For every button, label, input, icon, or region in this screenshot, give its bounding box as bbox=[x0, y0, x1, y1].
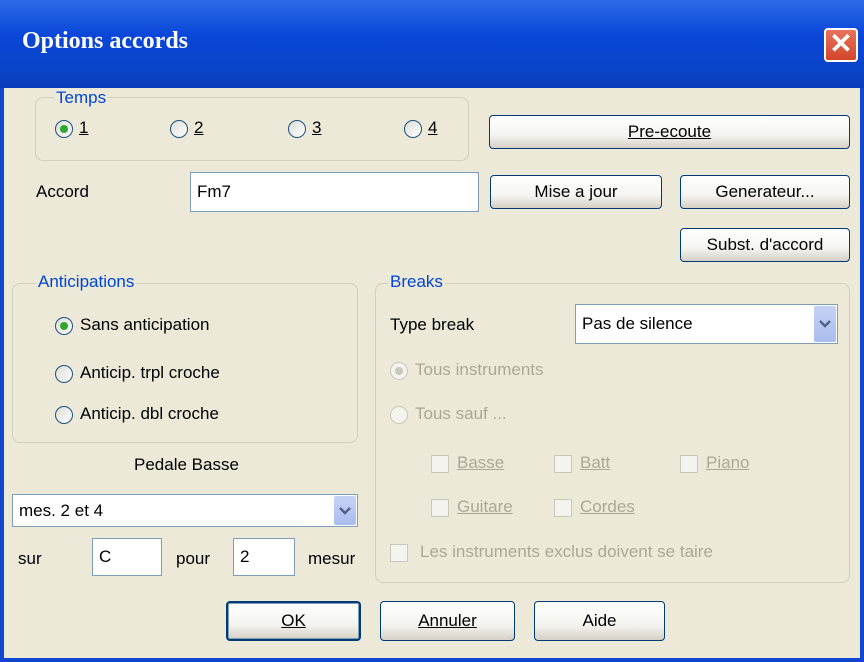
breaks-legend: Breaks bbox=[388, 272, 445, 292]
basse-label: Basse bbox=[457, 453, 505, 472]
temps-label-2: 2 bbox=[194, 118, 204, 137]
anticip-dbl-label: Anticip. dbl croche bbox=[80, 404, 219, 423]
tous-sauf-label: Tous sauf ... bbox=[415, 404, 507, 423]
chevron-down-icon[interactable] bbox=[334, 496, 356, 525]
sur-label: sur bbox=[18, 549, 42, 568]
basse-checkbox[interactable] bbox=[431, 455, 449, 473]
sans-anticipation-label: Sans anticipation bbox=[80, 315, 210, 334]
tous-sauf-radio[interactable] bbox=[390, 406, 408, 424]
cordes-label: Cordes bbox=[580, 497, 635, 516]
ok-button[interactable]: OK bbox=[226, 601, 361, 641]
temps-legend: Temps bbox=[54, 88, 109, 108]
temps-label-4: 4 bbox=[428, 118, 438, 137]
pour-input[interactable]: 2 bbox=[233, 538, 295, 576]
aide-button[interactable]: Aide bbox=[534, 601, 665, 641]
type-break-select[interactable]: Pas de silence bbox=[575, 304, 838, 344]
close-icon: ✕ bbox=[829, 28, 853, 59]
sans-anticipation-radio[interactable] bbox=[55, 317, 73, 335]
window-title: Options accords bbox=[22, 28, 189, 54]
temps-label-3: 3 bbox=[312, 118, 322, 137]
guitare-label: Guitare bbox=[457, 497, 513, 516]
annuler-button[interactable]: Annuler bbox=[380, 601, 515, 641]
pour-label: pour bbox=[176, 549, 211, 568]
tous-instruments-label: Tous instruments bbox=[415, 360, 544, 379]
temps-label-1: 1 bbox=[79, 118, 89, 137]
sur-input[interactable]: C bbox=[92, 538, 162, 576]
accord-label: Accord bbox=[36, 182, 89, 201]
piano-label: Piano bbox=[706, 453, 750, 472]
pedale-basse-select[interactable]: mes. 2 et 4 bbox=[12, 494, 358, 527]
anticipations-legend: Anticipations bbox=[36, 272, 137, 292]
silent-checkbox[interactable] bbox=[390, 544, 408, 562]
close-button[interactable]: ✕ bbox=[824, 28, 858, 62]
temps-radio-3[interactable] bbox=[288, 120, 306, 138]
anticip-dbl-radio[interactable] bbox=[55, 406, 73, 424]
silent-label: Les instruments exclus doivent se taire bbox=[420, 542, 713, 561]
temps-radio-1[interactable] bbox=[55, 120, 73, 138]
accord-input[interactable]: Fm7 bbox=[190, 172, 479, 212]
mise-a-jour-button[interactable]: Mise a jour bbox=[490, 175, 662, 209]
batt-label: Batt bbox=[580, 453, 611, 472]
anticip-trpl-radio[interactable] bbox=[55, 365, 73, 383]
title-bar[interactable]: Options accords ✕ bbox=[0, 0, 864, 88]
options-accords-dialog: Options accords ✕ Temps 1 2 3 4 Pre-ecou… bbox=[0, 0, 864, 662]
pedale-basse-label: Pedale Basse bbox=[134, 455, 239, 474]
anticip-trpl-label: Anticip. trpl croche bbox=[80, 363, 220, 382]
generateur-button[interactable]: Generateur... bbox=[680, 175, 850, 209]
temps-radio-4[interactable] bbox=[404, 120, 422, 138]
piano-checkbox[interactable] bbox=[680, 455, 698, 473]
batt-checkbox[interactable] bbox=[554, 455, 572, 473]
temps-radio-2[interactable] bbox=[170, 120, 188, 138]
guitare-checkbox[interactable] bbox=[431, 499, 449, 517]
preecoute-button[interactable]: Pre-ecoute bbox=[489, 115, 850, 149]
subst-accord-button[interactable]: Subst. d'accord bbox=[680, 228, 850, 262]
mesures-label: mesur bbox=[308, 549, 356, 568]
cordes-checkbox[interactable] bbox=[554, 499, 572, 517]
chevron-down-icon[interactable] bbox=[814, 306, 836, 342]
tous-instruments-radio[interactable] bbox=[390, 362, 408, 380]
type-break-label: Type break bbox=[390, 315, 475, 334]
